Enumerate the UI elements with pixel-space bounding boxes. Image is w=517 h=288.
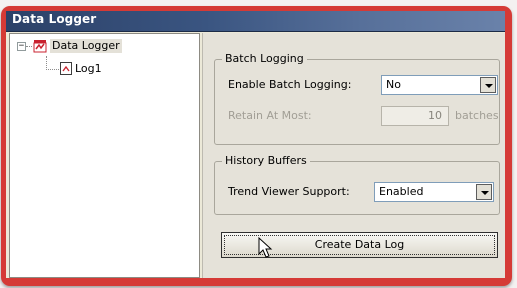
tree-item-log1[interactable]: Log1 (75, 62, 102, 76)
collapse-icon[interactable]: − (17, 42, 26, 51)
tree-item-data-logger[interactable]: Data Logger (50, 39, 122, 53)
group-title: Batch Logging (222, 52, 307, 65)
batches-unit-label: batches (455, 109, 499, 122)
chevron-down-icon[interactable] (480, 77, 496, 93)
group-title: History Buffers (222, 154, 310, 167)
trend-viewer-support-select[interactable]: Enabled (374, 182, 494, 202)
data-logger-icon (33, 40, 47, 53)
chevron-down-icon[interactable] (476, 184, 492, 200)
retain-at-most-input[interactable]: 10 (381, 106, 449, 126)
select-value: No (386, 78, 401, 91)
title-bar: Data Logger (6, 11, 505, 32)
log-icon (60, 62, 72, 75)
window-title: Data Logger (12, 12, 97, 26)
batch-logging-group: Batch Logging Enable Batch Logging: No R… (214, 52, 500, 145)
history-buffers-group: History Buffers Trend Viewer Support: En… (214, 154, 500, 215)
tree-view[interactable]: − Data Logger Log1 (9, 33, 200, 278)
tree-connector (46, 56, 47, 70)
settings-panel: Batch Logging Enable Batch Logging: No R… (202, 33, 505, 278)
retain-value: 10 (428, 109, 442, 122)
mouse-cursor-icon (258, 237, 273, 258)
tree-connector (46, 69, 59, 70)
trend-viewer-support-label: Trend Viewer Support: (228, 185, 350, 198)
enable-batch-logging-label: Enable Batch Logging: (228, 78, 352, 91)
retain-at-most-label: Retain At Most: (228, 109, 312, 122)
enable-batch-logging-select[interactable]: No (381, 75, 498, 95)
data-logger-window: Data Logger − Data Logger Log1 Batch Log… (6, 11, 505, 278)
select-value: Enabled (379, 185, 424, 198)
